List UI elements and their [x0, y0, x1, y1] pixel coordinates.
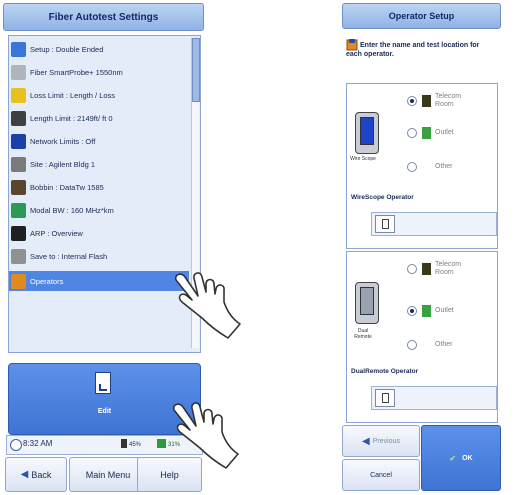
setting-network-limits[interactable]: Network Limits : Off — [11, 131, 187, 151]
operator-setup-panel: Operator Setup Enter the name and test l… — [342, 3, 501, 491]
cancel-label: Cancel — [370, 471, 392, 479]
wirescope-other-option[interactable]: Other — [407, 158, 453, 176]
main-menu-button[interactable]: Main Menu — [69, 457, 147, 492]
instruction-text: Enter the name and test location for eac… — [346, 42, 480, 58]
radio-button[interactable] — [407, 96, 417, 106]
option-label: Telecom Room — [435, 93, 462, 108]
network-limits-icon — [11, 133, 26, 149]
signal-icon — [157, 439, 166, 448]
option-label: Outlet — [435, 307, 454, 314]
dualremote-section: Dual Remote Telecom Room Outlet Other Du… — [346, 251, 498, 423]
setting-label: Modal BW : 160 MHz*km — [30, 205, 114, 215]
loss-limit-icon — [11, 87, 26, 103]
radio-button[interactable] — [407, 306, 417, 316]
setting-site[interactable]: Site : Agilent Bldg 1 — [11, 154, 187, 174]
setting-label: Site : Agilent Bldg 1 — [30, 159, 96, 169]
setting-loss-limit[interactable]: Loss Limit : Length / Loss — [11, 85, 187, 105]
main-menu-label: Main Menu — [85, 469, 131, 480]
setting-label: Length Limit : 2149ft/ ft 0 — [30, 113, 113, 123]
back-label: Back — [31, 469, 52, 480]
radio-button[interactable] — [407, 162, 417, 172]
option-label: Other — [435, 341, 453, 348]
dualremote-other-option[interactable]: Other — [407, 336, 453, 354]
dualremote-device-icon — [355, 282, 379, 324]
scroll-thumb[interactable] — [192, 38, 200, 102]
panel-title: Operator Setup — [342, 3, 501, 29]
setting-operators[interactable]: Operators — [9, 271, 189, 291]
back-arrow-icon: ◀ — [20, 469, 29, 480]
battery-indicator: 45% — [121, 439, 141, 448]
back-button[interactable]: ◀ Back — [5, 457, 67, 492]
wirescope-telecom-room-option[interactable]: Telecom Room — [407, 92, 475, 110]
site-icon — [11, 156, 26, 172]
edit-icon — [95, 372, 111, 394]
panel-title: Fiber Autotest Settings — [3, 3, 204, 31]
dualremote-outlet-option[interactable]: Outlet — [407, 302, 454, 320]
dualremote-operator-field[interactable] — [371, 386, 497, 410]
modal-bw-icon — [11, 202, 26, 218]
previous-arrow-icon: ◀ — [362, 435, 370, 447]
setting-label: Network Limits : Off — [30, 136, 96, 146]
option-label: Telecom Room — [435, 261, 462, 276]
setting-bobbin[interactable]: Bobbin : DataTw 1585 — [11, 177, 187, 197]
setting-arp[interactable]: ARP : Overview — [11, 223, 187, 243]
dualremote-telecom-room-option[interactable]: Telecom Room — [407, 260, 475, 278]
edit-icon[interactable] — [375, 215, 395, 233]
battery-level: 45% — [129, 442, 142, 448]
setting-smartprobe[interactable]: Fiber SmartProbe+ 1550nm — [11, 62, 187, 82]
pointing-hand-icon — [174, 272, 241, 339]
smartprobe-icon — [11, 64, 26, 80]
cancel-button[interactable]: Cancel — [342, 459, 420, 491]
operators-icon — [11, 273, 26, 289]
radio-button[interactable] — [407, 128, 417, 138]
setting-label: Bobbin : DataTw 1585 — [30, 182, 104, 192]
outlet-icon — [422, 305, 431, 317]
pointing-hand-icon — [172, 402, 239, 469]
battery-icon — [121, 439, 127, 448]
setup-icon — [11, 41, 26, 57]
telecom-room-icon — [422, 95, 431, 107]
device-caption: Wire Scope — [350, 156, 376, 162]
setting-label: Fiber SmartProbe+ 1550nm — [30, 67, 123, 77]
setting-length-limit[interactable]: Length Limit : 2149ft/ ft 0 — [11, 108, 187, 128]
previous-label: Previous — [372, 437, 400, 445]
wirescope-outlet-option[interactable]: Outlet — [407, 124, 454, 142]
wirescope-device-icon — [355, 112, 379, 154]
radio-button[interactable] — [407, 264, 417, 274]
option-label: Outlet — [435, 129, 454, 136]
wirescope-section: Wire Scope Telecom Room Outlet Other Wir… — [346, 83, 498, 249]
wirescope-operator-label: WireScope Operator — [351, 194, 414, 201]
arp-icon — [11, 225, 26, 241]
dualremote-operator-label: DualRemote Operator — [351, 368, 419, 375]
status-time: 8:32 AM — [23, 439, 53, 448]
setting-modal-bw[interactable]: Modal BW : 160 MHz*km — [11, 200, 187, 220]
edit-icon[interactable] — [375, 389, 395, 407]
bobbin-icon — [11, 179, 26, 195]
radio-button[interactable] — [407, 340, 417, 350]
setting-save-to[interactable]: Save to : Internal Flash — [11, 246, 187, 266]
setting-label: Operators — [30, 276, 64, 286]
setting-label: Save to : Internal Flash — [30, 251, 108, 261]
clock-icon — [10, 439, 22, 451]
outlet-icon — [422, 127, 431, 139]
length-limit-icon — [11, 110, 26, 126]
telecom-room-icon — [422, 263, 431, 275]
setting-label: Loss Limit : Length / Loss — [30, 90, 116, 100]
device-caption: Dual Remote — [354, 328, 372, 340]
save-icon — [11, 248, 26, 264]
wirescope-operator-field[interactable] — [371, 212, 497, 236]
setting-label: ARP : Overview — [30, 228, 83, 238]
ok-button[interactable]: ✔ OK — [421, 425, 501, 491]
option-label: Other — [435, 163, 453, 170]
previous-button[interactable]: ◀ Previous — [342, 425, 420, 457]
setting-label: Setup : Double Ended — [30, 44, 104, 54]
setting-setup[interactable]: Setup : Double Ended — [11, 39, 187, 59]
check-icon: ✔ — [449, 453, 457, 463]
ok-label: OK — [462, 454, 473, 462]
